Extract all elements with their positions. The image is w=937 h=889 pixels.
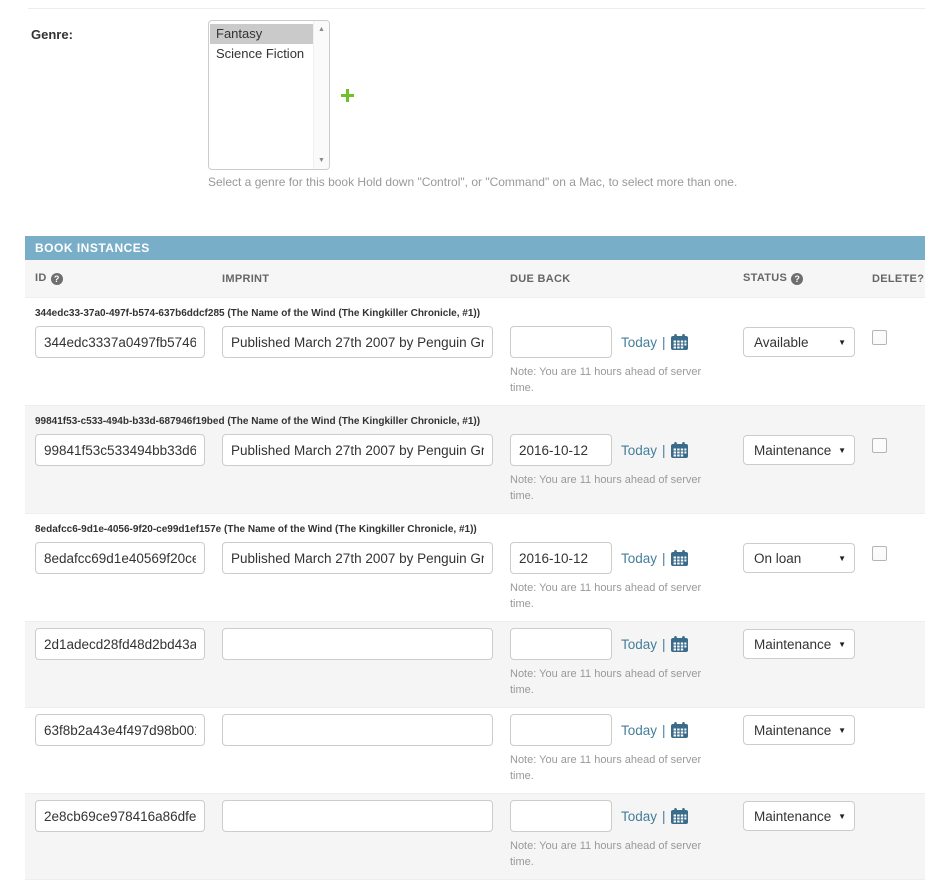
book-instance-caption: 99841f53-c533-494b-b33d-687946f19bed (Th…	[35, 412, 925, 434]
id-input[interactable]	[35, 714, 205, 746]
book-instances-module: BOOK INSTANCES ID? IMPRINT DUE BACK STAT…	[25, 236, 925, 889]
genre-option[interactable]: Fantasy	[210, 24, 313, 44]
dropdown-caret-icon: ▼	[838, 640, 846, 649]
imprint-input[interactable]	[222, 714, 493, 746]
status-select[interactable]: Available ▼	[743, 327, 855, 357]
book-change-form: Genre: FantasyScience Fiction ▲ ▼ Select…	[0, 0, 937, 889]
delete-checkbox[interactable]	[872, 546, 887, 561]
imprint-input[interactable]	[222, 628, 493, 660]
separator: |	[662, 809, 666, 824]
calendar-icon[interactable]	[671, 636, 688, 652]
server-time-note: Note: You are 11 hours ahead of server t…	[510, 666, 710, 698]
status-select[interactable]: Maintenance ▼	[743, 801, 855, 831]
today-link[interactable]: Today	[621, 809, 657, 824]
server-time-note: Note: You are 11 hours ahead of server t…	[510, 472, 710, 504]
id-input[interactable]	[35, 628, 205, 660]
book-instance-caption: 344edc33-37a0-497f-b574-637b6ddcf285 (Th…	[35, 304, 925, 326]
book-instance-caption: 8edafcc6-9d1e-4056-9f20-ce99d1ef157e (Th…	[35, 520, 925, 542]
server-time-note: Note: You are 11 hours ahead of server t…	[510, 752, 710, 784]
delete-checkbox[interactable]	[872, 438, 887, 453]
book-instance-row: Today |	[25, 622, 925, 708]
help-icon: ?	[51, 273, 63, 285]
calendar-icon[interactable]	[671, 442, 688, 458]
status-select[interactable]: Maintenance ▼	[743, 435, 855, 465]
column-header-status: STATUS?	[743, 272, 872, 285]
today-link[interactable]: Today	[621, 335, 657, 350]
module-title: BOOK INSTANCES	[25, 236, 925, 260]
status-value: Maintenance	[754, 637, 831, 652]
status-value: Maintenance	[754, 809, 831, 824]
calendar-icon[interactable]	[671, 550, 688, 566]
separator: |	[662, 335, 666, 350]
status-value: Available	[754, 335, 809, 350]
genre-scrollbar[interactable]: ▲ ▼	[313, 21, 329, 169]
plus-icon	[341, 89, 354, 102]
due-back-input[interactable]	[510, 542, 612, 574]
book-instances-body: 344edc33-37a0-497f-b574-637b6ddcf285 (Th…	[25, 298, 925, 880]
imprint-input[interactable]	[222, 326, 493, 358]
dropdown-caret-icon: ▼	[838, 554, 846, 563]
due-back-input[interactable]	[510, 434, 612, 466]
server-time-note: Note: You are 11 hours ahead of server t…	[510, 838, 710, 870]
help-icon: ?	[791, 273, 803, 285]
column-header-due-back: DUE BACK	[510, 273, 743, 285]
dropdown-caret-icon: ▼	[838, 812, 846, 821]
genre-label: Genre:	[31, 27, 73, 42]
today-link[interactable]: Today	[621, 637, 657, 652]
column-header-imprint: IMPRINT	[222, 273, 510, 285]
status-value: Maintenance	[754, 723, 831, 738]
calendar-icon[interactable]	[671, 722, 688, 738]
genre-option[interactable]: Science Fiction	[210, 44, 313, 64]
book-instance-row: 99841f53-c533-494b-b33d-687946f19bed (Th…	[25, 406, 925, 514]
due-back-input[interactable]	[510, 714, 612, 746]
genre-multiselect[interactable]: FantasyScience Fiction ▲ ▼	[208, 20, 330, 170]
column-header-row: ID? IMPRINT DUE BACK STATUS? DELETE?	[25, 260, 925, 298]
book-instance-row: 344edc33-37a0-497f-b574-637b6ddcf285 (Th…	[25, 298, 925, 406]
imprint-input[interactable]	[222, 542, 493, 574]
dropdown-caret-icon: ▼	[838, 446, 846, 455]
status-select[interactable]: On loan ▼	[743, 543, 855, 573]
dropdown-caret-icon: ▼	[838, 338, 846, 347]
scroll-down-icon[interactable]: ▼	[314, 153, 329, 168]
id-input[interactable]	[35, 800, 205, 832]
separator: |	[662, 637, 666, 652]
separator: |	[662, 443, 666, 458]
status-value: On loan	[754, 551, 801, 566]
calendar-icon[interactable]	[671, 334, 688, 350]
column-header-delete: DELETE?	[872, 273, 925, 285]
separator: |	[662, 551, 666, 566]
imprint-input[interactable]	[222, 434, 493, 466]
book-instance-row: 8edafcc6-9d1e-4056-9f20-ce99d1ef157e (Th…	[25, 514, 925, 622]
id-input[interactable]	[35, 542, 205, 574]
genre-option-list: FantasyScience Fiction	[210, 24, 313, 64]
today-link[interactable]: Today	[621, 443, 657, 458]
server-time-note: Note: You are 11 hours ahead of server t…	[510, 364, 710, 396]
status-select[interactable]: Maintenance ▼	[743, 715, 855, 745]
due-back-input[interactable]	[510, 628, 612, 660]
column-header-id: ID?	[35, 272, 222, 285]
today-link[interactable]: Today	[621, 551, 657, 566]
add-genre-button[interactable]	[341, 89, 354, 102]
genre-help-text: Select a genre for this book Hold down "…	[208, 175, 737, 189]
status-select[interactable]: Maintenance ▼	[743, 629, 855, 659]
calendar-icon[interactable]	[671, 808, 688, 824]
server-time-note: Note: You are 11 hours ahead of server t…	[510, 580, 710, 612]
id-input[interactable]	[35, 326, 205, 358]
separator: |	[662, 723, 666, 738]
due-back-input[interactable]	[510, 800, 612, 832]
add-book-instance-row: Add another Book instance	[25, 880, 925, 889]
field-row-divider	[28, 8, 925, 9]
status-value: Maintenance	[754, 443, 831, 458]
due-back-input[interactable]	[510, 326, 612, 358]
today-link[interactable]: Today	[621, 723, 657, 738]
book-instance-row: Today |	[25, 708, 925, 794]
dropdown-caret-icon: ▼	[838, 726, 846, 735]
delete-checkbox[interactable]	[872, 330, 887, 345]
imprint-input[interactable]	[222, 800, 493, 832]
id-input[interactable]	[35, 434, 205, 466]
genre-field-row: Genre: FantasyScience Fiction ▲ ▼ Select…	[0, 0, 937, 236]
book-instance-row: Today |	[25, 794, 925, 880]
scroll-up-icon[interactable]: ▲	[314, 22, 329, 37]
